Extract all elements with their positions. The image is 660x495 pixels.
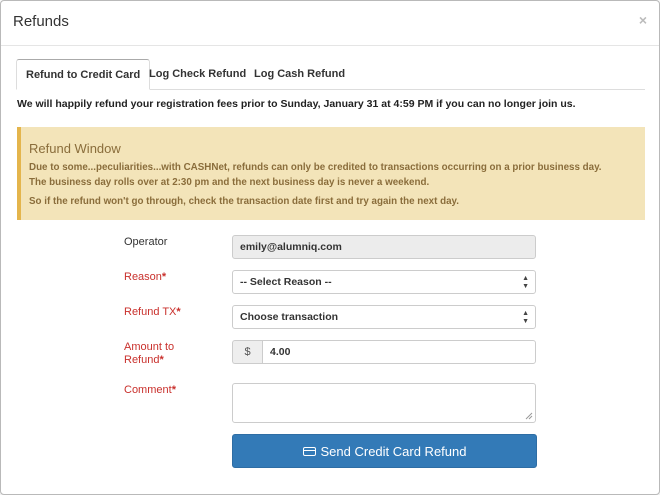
comment-label-text: Comment	[124, 384, 172, 396]
refund-window-alert: Refund Window Due to some...peculiaritie…	[17, 127, 645, 220]
required-mark: *	[171, 384, 176, 396]
select-arrows-icon: ▲ ▼	[522, 275, 529, 290]
amount-label: Amount to Refund*	[124, 341, 174, 367]
credit-card-icon	[302, 446, 316, 456]
alert-line-2: The business day rolls over at 2:30 pm a…	[29, 177, 430, 188]
operator-field: emily@alumniq.com	[232, 235, 536, 259]
alert-line-3: So if the refund won't go through, check…	[29, 196, 459, 207]
refund-policy-text: We will happily refund your registration…	[17, 98, 576, 110]
operator-label: Operator	[124, 236, 168, 248]
refund-tx-selected-value: Choose transaction	[240, 311, 339, 323]
currency-addon: $	[232, 340, 262, 364]
tab-refund-to-credit-card[interactable]: Refund to Credit Card	[16, 59, 151, 90]
required-mark: *	[161, 271, 167, 283]
comment-label: Comment*	[124, 384, 176, 396]
modal-title: Refunds	[13, 13, 69, 30]
refund-tx-label-text: Refund TX	[124, 306, 177, 318]
tab-log-check-refund[interactable]: Log Check Refund	[140, 59, 255, 89]
tab-log-cash-refund[interactable]: Log Cash Refund	[245, 59, 354, 89]
refunds-modal: Refunds × Refund to Credit Card Log Chec…	[0, 0, 660, 495]
amount-label-line2: Refund	[124, 354, 160, 366]
resize-grip-icon[interactable]	[525, 412, 533, 420]
reason-select[interactable]: -- Select Reason -- ▲ ▼	[232, 270, 536, 294]
refund-tx-label: Refund TX*	[124, 306, 181, 318]
amount-input[interactable]: 4.00	[262, 340, 536, 364]
send-credit-card-refund-button[interactable]: Send Credit Card Refund	[232, 434, 537, 468]
select-arrows-icon: ▲ ▼	[522, 310, 529, 325]
submit-label: Send Credit Card Refund	[320, 443, 467, 459]
refund-tabs: Refund to Credit Card Log Check Refund L…	[16, 59, 645, 90]
required-mark: *	[159, 354, 164, 366]
comment-textarea[interactable]	[232, 383, 536, 423]
reason-label-text: Reason	[124, 271, 162, 283]
required-mark: *	[176, 306, 181, 318]
alert-line-1: Due to some...peculiarities...with CASHN…	[29, 162, 602, 173]
reason-selected-value: -- Select Reason --	[240, 276, 332, 288]
alert-title: Refund Window	[29, 141, 121, 156]
amount-label-line1: Amount to	[124, 341, 175, 353]
refund-tx-select[interactable]: Choose transaction ▲ ▼	[232, 305, 536, 329]
reason-label: Reason*	[124, 271, 166, 283]
close-icon[interactable]: ×	[639, 12, 647, 28]
modal-header: Refunds ×	[1, 1, 659, 46]
